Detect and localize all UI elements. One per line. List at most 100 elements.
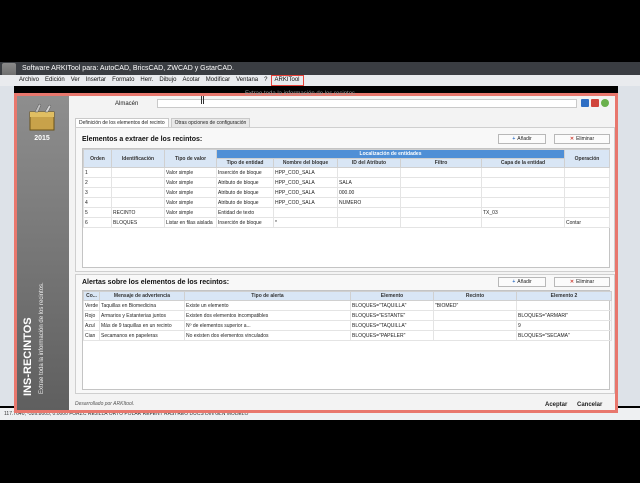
- elemento-cell[interactable]: Valor simple: [164, 197, 217, 208]
- alerta-cell[interactable]: Nº de elementos superior a...: [184, 320, 351, 331]
- elemento-cell[interactable]: [481, 187, 565, 198]
- elemento-row[interactable]: 6 BLOQUES Listar en filas aislada Inserción…: [83, 217, 610, 228]
- alerta-cell[interactable]: "BIOMED": [433, 300, 517, 311]
- elemento-cell[interactable]: [481, 217, 565, 228]
- elemento-cell[interactable]: Valor simple: [164, 207, 217, 218]
- alerta-cell[interactable]: [516, 300, 612, 311]
- menu-item-3[interactable]: Insertar: [83, 75, 109, 86]
- menu-item-7[interactable]: Acotar: [179, 75, 202, 86]
- col-orden[interactable]: Orden: [83, 149, 112, 168]
- col-operacion[interactable]: Operación: [564, 149, 610, 168]
- col-capa-entidad[interactable]: Capa de la entidad: [481, 158, 565, 168]
- col-tipo-alerta[interactable]: Tipo de alerta: [184, 291, 351, 301]
- alerta-cell[interactable]: Armarios y Estanterias juntos: [99, 310, 185, 321]
- col-elemento[interactable]: Elemento: [350, 291, 434, 301]
- col-id-atributo[interactable]: ID del Atributo: [337, 158, 401, 168]
- elemento-cell[interactable]: [400, 167, 482, 178]
- alerta-row[interactable]: Azul Más de 9 taquillas en un recinto Nº d…: [83, 320, 612, 331]
- alerta-cell[interactable]: Taquillas en Biomedicina: [99, 300, 185, 311]
- menu-item-10[interactable]: ?: [261, 75, 270, 86]
- alerta-row[interactable]: Cian Secamanos en papeleras No existen dos…: [83, 330, 612, 341]
- elemento-cell[interactable]: [481, 167, 565, 178]
- elemento-row[interactable]: 2 Valor simple Atributo de bloque HPP_COD_S…: [83, 177, 610, 188]
- elemento-cell[interactable]: 2: [83, 177, 112, 188]
- menu-item-11[interactable]: ARKITool: [270, 75, 304, 86]
- elemento-cell[interactable]: Atributo de bloque: [216, 197, 274, 208]
- col-elemento-2[interactable]: Elemento 2: [516, 291, 612, 301]
- alerta-cell[interactable]: BLOQUES="ESTANTE": [350, 310, 434, 321]
- elemento-cell[interactable]: Inserción de bloque: [216, 167, 274, 178]
- col-identificacion[interactable]: Identificación: [111, 149, 165, 168]
- elemento-cell[interactable]: [273, 207, 338, 218]
- elemento-cell[interactable]: [564, 177, 610, 188]
- menu-item-4[interactable]: Formato: [109, 75, 137, 86]
- elemento-cell[interactable]: 000.00: [337, 187, 401, 198]
- alerta-cell[interactable]: Existen dos elementos incompatibles: [184, 310, 351, 321]
- elemento-cell[interactable]: 3: [83, 187, 112, 198]
- save-icon[interactable]: [581, 99, 589, 107]
- elemento-row[interactable]: 1 Valor simple Inserción de bloque HPP_COD_…: [83, 167, 610, 178]
- elemento-row[interactable]: 4 Valor simple Atributo de bloque HPP_COD_S…: [83, 197, 610, 208]
- alerta-cell[interactable]: [433, 320, 517, 331]
- menu-item-8[interactable]: Modificar: [203, 75, 233, 86]
- menu-item-5[interactable]: Herr.: [137, 75, 156, 86]
- alerta-cell[interactable]: No existen dos elementos vinculados: [184, 330, 351, 341]
- elemento-cell[interactable]: NUMERO: [337, 197, 401, 208]
- elemento-cell[interactable]: HPP_COD_SALA: [273, 187, 338, 198]
- alerta-row[interactable]: Verde Taquillas en Biomedicina Existe un e…: [83, 300, 612, 311]
- elemento-cell[interactable]: TX_03: [481, 207, 565, 218]
- col-nombre-bloque[interactable]: Nombre del bloque: [273, 158, 338, 168]
- elemento-cell[interactable]: [111, 177, 165, 188]
- alertas-table[interactable]: Co... Mensaje de advertencia Tipo de ale…: [82, 290, 612, 390]
- elemento-cell[interactable]: HPP_COD_SALA: [273, 167, 338, 178]
- alerta-cell[interactable]: 9: [516, 320, 612, 331]
- alerta-cell[interactable]: BLOQUES="TAQUILLA": [350, 320, 434, 331]
- delete-alerta-button[interactable]: ✕ Eliminar: [554, 277, 610, 287]
- elemento-cell[interactable]: Contar: [564, 217, 610, 228]
- alerta-cell[interactable]: [433, 330, 517, 341]
- delete-elemento-button[interactable]: ✕ Eliminar: [554, 134, 610, 144]
- elemento-cell[interactable]: Atributo de bloque: [216, 177, 274, 188]
- elemento-cell[interactable]: [337, 167, 401, 178]
- elemento-cell[interactable]: Inserción de bloque: [216, 217, 274, 228]
- col-tipo-entidad[interactable]: Tipo de entidad: [216, 158, 274, 168]
- col-filtro[interactable]: Filtro: [400, 158, 482, 168]
- col-color[interactable]: Co...: [83, 291, 100, 301]
- elemento-cell[interactable]: Valor simple: [164, 167, 217, 178]
- alerta-cell[interactable]: Más de 9 taquillas en un recinto: [99, 320, 185, 331]
- alerta-cell[interactable]: Rojo: [83, 310, 100, 321]
- elemento-row[interactable]: 3 Valor simple Atributo de bloque HPP_COD_S…: [83, 187, 610, 198]
- elemento-cell[interactable]: [400, 187, 482, 198]
- elemento-cell[interactable]: [400, 207, 482, 218]
- elemento-cell[interactable]: 4: [83, 197, 112, 208]
- elemento-cell[interactable]: [564, 187, 610, 198]
- elemento-cell[interactable]: [564, 207, 610, 218]
- elemento-cell[interactable]: [337, 217, 401, 228]
- elemento-cell[interactable]: [481, 197, 565, 208]
- alerta-cell[interactable]: Verde: [83, 300, 100, 311]
- menu-item-6[interactable]: Dibujo: [156, 75, 179, 86]
- alerta-cell[interactable]: Cian: [83, 330, 100, 341]
- elementos-table[interactable]: Orden Identificación Tipo de valor Local…: [82, 148, 610, 268]
- add-elemento-button[interactable]: + Añadir: [498, 134, 546, 144]
- alerta-cell[interactable]: BLOQUES="PAPELER": [350, 330, 434, 341]
- elemento-cell[interactable]: [111, 187, 165, 198]
- menu-item-0[interactable]: Archivo: [16, 75, 42, 86]
- elemento-cell[interactable]: *: [273, 217, 338, 228]
- elemento-cell[interactable]: Listar en filas aislada: [164, 217, 217, 228]
- add-alerta-button[interactable]: + Añadir: [498, 277, 546, 287]
- elemento-cell[interactable]: [564, 167, 610, 178]
- elemento-row[interactable]: 5 RECINTO Valor simple Entidad de texto TX_0…: [83, 207, 610, 218]
- alerta-cell[interactable]: BLOQUES="SECAMA": [516, 330, 612, 341]
- almacen-input[interactable]: [157, 99, 577, 108]
- elemento-cell[interactable]: Valor simple: [164, 177, 217, 188]
- elemento-cell[interactable]: [481, 177, 565, 188]
- elemento-cell[interactable]: Atributo de bloque: [216, 187, 274, 198]
- col-mensaje[interactable]: Mensaje de advertencia: [99, 291, 185, 301]
- elemento-cell[interactable]: 5: [83, 207, 112, 218]
- menu-item-2[interactable]: Ver: [68, 75, 83, 86]
- col-recinto[interactable]: Recinto: [433, 291, 517, 301]
- alerta-cell[interactable]: Azul: [83, 320, 100, 331]
- elemento-cell[interactable]: HPP_COD_SALA: [273, 197, 338, 208]
- elemento-cell[interactable]: SALA: [337, 177, 401, 188]
